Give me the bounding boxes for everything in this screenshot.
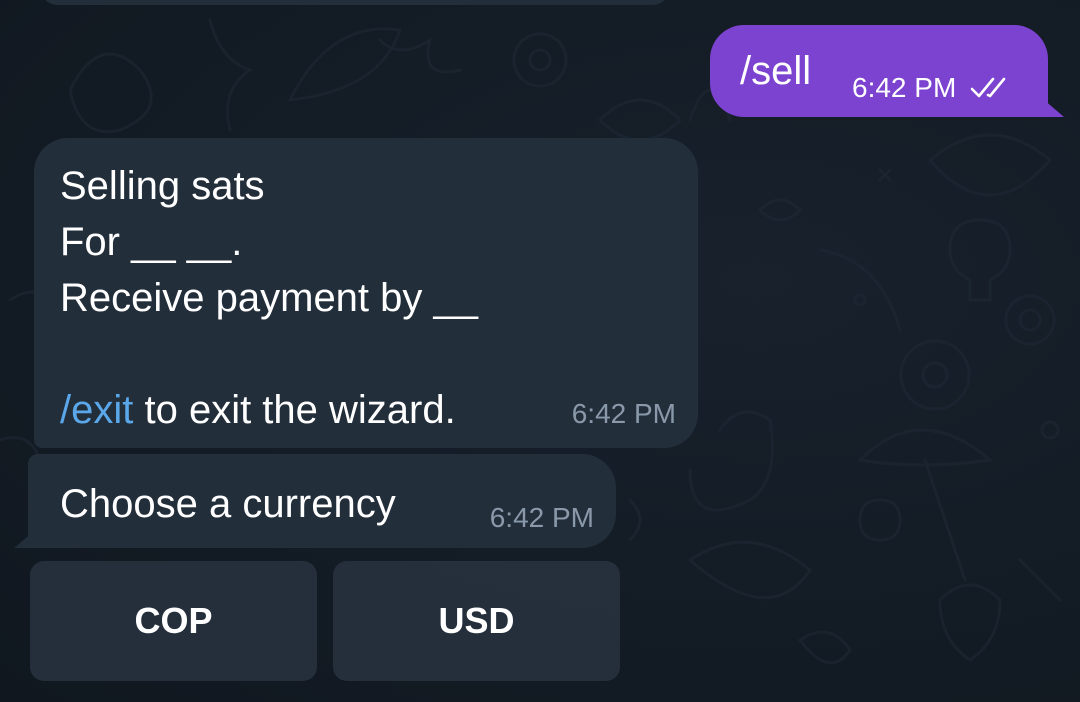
wizard-message-text: Selling sats For __ __. Receive payment …: [60, 158, 478, 438]
wizard-line: For __ __.: [60, 220, 243, 264]
currency-prompt-text: Choose a currency: [60, 482, 396, 526]
wizard-message-bubble[interactable]: Selling sats For __ __. Receive payment …: [34, 138, 698, 448]
wizard-line: Receive payment by __: [60, 276, 479, 320]
outgoing-message-meta: 6:42 PM: [852, 72, 1014, 104]
wizard-line-blank: [60, 326, 478, 382]
outgoing-message-bubble[interactable]: /sell 6:42 PM: [710, 25, 1064, 117]
exit-command-link[interactable]: /exit: [60, 388, 133, 432]
outgoing-message-time: 6:42 PM: [852, 72, 957, 103]
currency-button-usd[interactable]: USD: [333, 561, 620, 681]
previous-message-bubble: [40, 0, 670, 5]
wizard-line: Selling sats: [60, 164, 265, 208]
outgoing-message-text: /sell: [740, 49, 812, 93]
chat-area[interactable]: /sell 6:42 PM Selling sats For __ __. Re…: [0, 0, 1080, 702]
double-check-icon: [970, 77, 1006, 98]
currency-prompt-bubble[interactable]: Choose a currency 6:42 PM: [14, 454, 616, 548]
wizard-message-time: 6:42 PM: [571, 398, 676, 429]
exit-line: /exit to exit the wizard.: [60, 382, 478, 438]
currency-button-cop[interactable]: COP: [30, 561, 317, 681]
currency-prompt-time: 6:42 PM: [489, 502, 594, 533]
exit-line-text: to exit the wizard.: [133, 388, 456, 432]
